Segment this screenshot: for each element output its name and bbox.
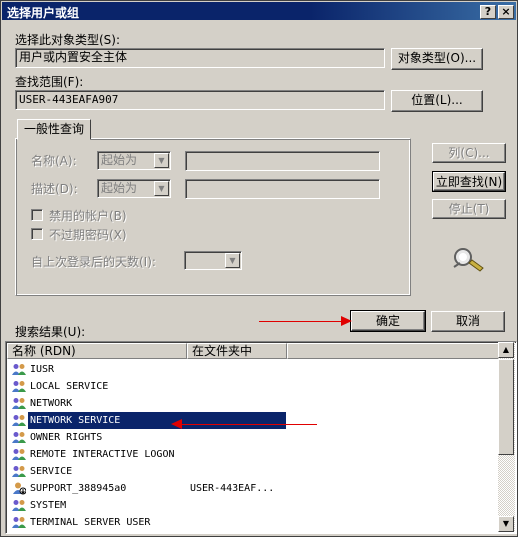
column-header-folder[interactable]: 在文件夹中 — [187, 343, 287, 359]
columns-button[interactable]: 列(C)... — [432, 143, 506, 163]
arrow-head-icon — [171, 419, 182, 429]
group-icon — [12, 363, 26, 376]
title-bar[interactable]: 选择用户或组 ? × — [2, 2, 516, 20]
description-input[interactable] — [185, 179, 380, 199]
name-label: 名称(A): — [31, 154, 77, 168]
row-name: SERVICE — [30, 466, 73, 477]
select-users-dialog: 选择用户或组 ? × 选择此对象类型(S): 用户或内置安全主体 对象类型(O)… — [0, 0, 518, 537]
non-expiring-password-label: 不过期密码(X) — [49, 228, 127, 242]
row-name: REMOTE INTERACTIVE LOGON — [30, 449, 175, 460]
table-row[interactable]: NETWORK SERVICE — [10, 412, 286, 429]
annotation-arrow-network-service — [179, 424, 317, 425]
table-row[interactable]: OWNER RIGHTS — [10, 429, 286, 446]
row-name: OWNER RIGHTS — [30, 432, 103, 443]
cancel-button[interactable]: 取消 — [431, 311, 505, 332]
group-icon — [12, 516, 26, 529]
table-row[interactable]: IUSR — [10, 361, 286, 378]
chevron-down-icon: ▼ — [154, 181, 169, 196]
stop-button[interactable]: 停止(T) — [432, 199, 506, 219]
tab-general-query[interactable]: 一般性查询 — [17, 119, 91, 140]
column-header-filler — [287, 343, 499, 359]
group-icon — [12, 431, 26, 444]
chevron-down-icon: ▼ — [154, 153, 169, 168]
scroll-up-button[interactable]: ▲ — [498, 342, 514, 358]
description-label: 描述(D): — [31, 182, 78, 196]
group-icon — [12, 465, 26, 478]
help-button[interactable]: ? — [480, 5, 496, 19]
arrow-head-icon — [341, 316, 352, 326]
row-name: SUPPORT_388945a0 — [30, 483, 127, 494]
close-button[interactable]: × — [498, 5, 514, 19]
row-name: IUSR — [30, 364, 55, 375]
days-since-logon-combo[interactable]: ▼ — [184, 251, 242, 270]
row-name: LOCAL SERVICE — [30, 381, 109, 392]
row-name: NETWORK — [30, 398, 73, 409]
group-icon — [12, 499, 26, 512]
disabled-accounts-checkbox[interactable] — [31, 209, 43, 221]
table-row[interactable]: TERMINAL SERVER USER — [10, 514, 286, 531]
vertical-scrollbar[interactable]: ▲ ▼ — [498, 342, 515, 532]
row-name: NETWORK SERVICE — [28, 412, 286, 429]
window-title: 选择用户或组 — [7, 6, 80, 20]
table-row[interactable]: SERVICE — [10, 463, 286, 480]
location-field: USER-443EAFA907 — [15, 90, 385, 110]
scroll-down-button[interactable]: ▼ — [498, 516, 514, 532]
name-mode-value: 起始为 — [101, 153, 138, 167]
description-mode-combo[interactable]: 起始为 ▼ — [97, 179, 171, 198]
group-icon — [12, 397, 26, 410]
location-label: 查找范围(F): — [15, 75, 84, 89]
name-mode-combo[interactable]: 起始为 ▼ — [97, 151, 171, 170]
annotation-arrow-ok — [259, 321, 345, 322]
object-types-button[interactable]: 对象类型(O)... — [391, 48, 483, 70]
group-icon — [12, 380, 26, 393]
non-expiring-password-checkbox[interactable] — [31, 228, 43, 240]
table-row[interactable]: SYSTEM — [10, 497, 286, 514]
disabled-accounts-label: 禁用的帐户(B) — [49, 209, 127, 223]
disabled-user-icon — [12, 482, 27, 495]
row-name: SYSTEM — [30, 500, 67, 511]
row-name: TERMINAL SERVER USER — [30, 517, 151, 528]
find-now-button[interactable]: 立即查找(N) — [432, 171, 506, 192]
chevron-down-icon: ▼ — [225, 253, 240, 268]
location-button[interactable]: 位置(L)... — [391, 90, 483, 112]
description-mode-value: 起始为 — [101, 181, 138, 195]
table-row[interactable]: LOCAL SERVICE — [10, 378, 286, 395]
object-types-field: 用户或内置安全主体 — [15, 48, 385, 68]
group-icon — [12, 448, 26, 461]
results-label: 搜索结果(U): — [15, 325, 86, 339]
search-flashlight-icon — [453, 248, 484, 272]
ok-button[interactable]: 确定 — [350, 310, 426, 332]
scroll-thumb[interactable] — [498, 359, 514, 455]
row-folder: USER-443EAF... — [190, 483, 275, 494]
results-list[interactable]: 名称 (RDN) 在文件夹中 IUSR LOCAL SERVICE NETWORK N… — [5, 341, 517, 534]
name-input[interactable] — [185, 151, 380, 171]
object-types-label: 选择此对象类型(S): — [15, 33, 121, 47]
group-icon — [12, 414, 26, 427]
table-row[interactable]: NETWORK — [10, 395, 286, 412]
column-header-name[interactable]: 名称 (RDN) — [7, 343, 187, 359]
table-row[interactable]: REMOTE INTERACTIVE LOGON — [10, 446, 286, 463]
days-since-logon-label: 自上次登录后的天数(I): — [31, 255, 156, 269]
table-row[interactable]: SUPPORT_388945a0 USER-443EAF... — [10, 480, 286, 497]
